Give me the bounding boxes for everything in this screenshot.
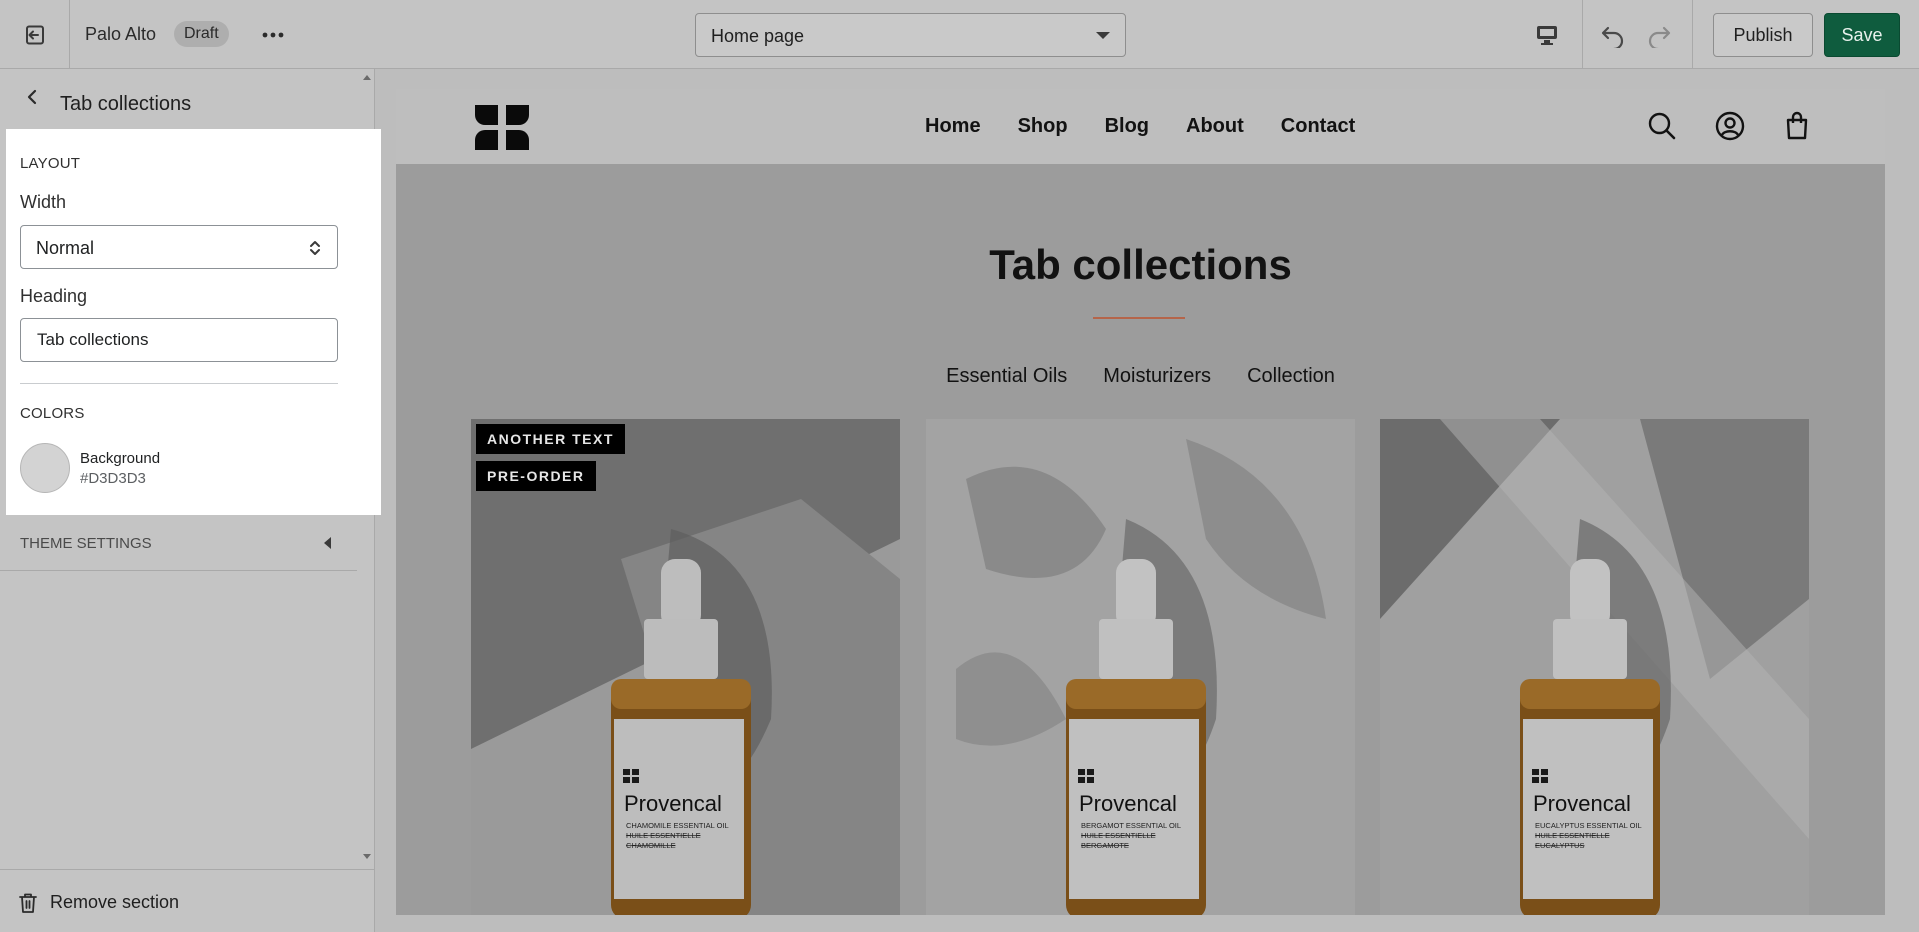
product-line-2: HUILE ESSENTIELLE [1081, 831, 1156, 840]
storefront-preview: Home Shop Blog About Contact Tab collect… [396, 89, 1885, 915]
width-select[interactable]: Normal [20, 225, 338, 269]
background-color-swatch[interactable] [20, 443, 70, 493]
background-color-value: #D3D3D3 [80, 470, 146, 487]
product-line-1: EUCALYPTUS ESSENTIAL OIL [1535, 821, 1642, 830]
product-line-3: BERGAMOTE [1081, 841, 1129, 850]
width-select-value: Normal [36, 238, 95, 258]
save-button[interactable]: Save [1824, 13, 1900, 57]
top-bar: Palo Alto Draft Home page Publish Save [0, 0, 1919, 69]
divider [20, 383, 338, 384]
back-button[interactable] [20, 85, 44, 109]
product-line-2: HUILE ESSENTIELLE [626, 831, 701, 840]
width-label: Width [20, 192, 67, 212]
product-badge: PRE-ORDER [476, 461, 596, 491]
nav-blog[interactable]: Blog [1105, 115, 1149, 138]
redo-icon [1648, 26, 1671, 48]
logo-icon [475, 105, 529, 150]
desktop-view-button[interactable] [1532, 20, 1562, 50]
sidebar-header: Tab collections [0, 69, 357, 128]
trash-icon [19, 893, 37, 913]
nav-about[interactable]: About [1186, 115, 1244, 138]
topbar-divider [1582, 0, 1583, 69]
product-line-1: BERGAMOT ESSENTIAL OIL [1081, 821, 1181, 830]
account-icon [1715, 111, 1745, 141]
chevron-down-icon [1096, 32, 1110, 39]
more-actions-button[interactable] [258, 20, 288, 50]
tab-essential-oils[interactable]: Essential Oils [946, 365, 1067, 388]
theme-settings-label: THEME SETTINGS [20, 535, 152, 552]
search-button[interactable] [1646, 110, 1678, 142]
scroll-up-icon [363, 75, 371, 80]
cart-button[interactable] [1781, 110, 1813, 142]
desktop-icon [1537, 26, 1557, 45]
product-line-3: CHAMOMILLE [626, 841, 676, 850]
preview-scrollbar[interactable] [1884, 89, 1885, 915]
collapse-caret-icon [324, 537, 331, 549]
tab-moisturizers[interactable]: Moisturizers [1103, 365, 1211, 388]
product-brand: Provencal [1533, 791, 1631, 816]
sidebar-scrollbar[interactable] [358, 69, 375, 869]
undo-icon [1601, 26, 1624, 48]
sidebar-title: Tab collections [60, 93, 192, 115]
status-badge: Draft [174, 21, 229, 47]
undo-button[interactable] [1597, 20, 1629, 50]
layout-section-label: LAYOUT [20, 155, 81, 172]
product-card[interactable]: Provencal EUCALYPTUS ESSENTIAL OIL HUILE… [1380, 419, 1809, 915]
account-button[interactable] [1714, 110, 1746, 142]
title-underline [1093, 317, 1185, 319]
remove-section-label: Remove section [50, 892, 180, 912]
colors-section-label: COLORS [20, 405, 85, 422]
product-badge: ANOTHER TEXT [476, 424, 625, 454]
product-line-2: HUILE ESSENTIELLE [1535, 831, 1610, 840]
sidebar-footer: Remove section [0, 869, 375, 932]
product-image: Provencal EUCALYPTUS ESSENTIAL OIL HUILE… [1380, 419, 1809, 915]
search-icon [1648, 112, 1676, 140]
product-card[interactable]: Provencal CHAMOMILE ESSENTIAL OIL HUILE … [471, 419, 900, 915]
heading-input[interactable] [20, 318, 338, 362]
product-line-3: EUCALYPTUS [1535, 841, 1584, 850]
page-selector-value: Home page [711, 26, 805, 46]
section-title: Tab collections [989, 241, 1292, 288]
more-icon [262, 32, 284, 38]
cart-icon [1786, 111, 1808, 140]
product-brand: Provencal [624, 791, 722, 816]
sidebar: Tab collections LAYOUT Width Normal Head… [0, 69, 381, 932]
exit-button[interactable] [18, 20, 52, 50]
redo-button[interactable] [1643, 20, 1675, 50]
collection-tabs: Essential Oils Moisturizers Collection [396, 365, 1885, 388]
back-arrow-icon [27, 89, 37, 105]
site-nav: Home Shop Blog About Contact [925, 115, 1355, 138]
select-arrows-icon [310, 241, 320, 255]
section-settings-panel: LAYOUT Width Normal Heading COLORS Backg… [6, 129, 381, 515]
product-brand: Provencal [1079, 791, 1177, 816]
product-card[interactable]: Provencal BERGAMOT ESSENTIAL OIL HUILE E… [926, 419, 1355, 915]
background-color-label: Background [80, 450, 161, 467]
scroll-down-icon [363, 854, 371, 859]
exit-icon [26, 25, 44, 45]
page-selector[interactable]: Home page [695, 13, 1126, 57]
product-image: Provencal CHAMOMILE ESSENTIAL OIL HUILE … [471, 419, 900, 915]
product-image: Provencal BERGAMOT ESSENTIAL OIL HUILE E… [926, 419, 1355, 915]
tab-collection[interactable]: Collection [1247, 365, 1335, 388]
topbar-divider [69, 0, 70, 69]
nav-shop[interactable]: Shop [1018, 115, 1068, 138]
nav-home[interactable]: Home [925, 115, 981, 138]
heading-label: Heading [20, 286, 88, 306]
theme-settings-toggle[interactable]: THEME SETTINGS [0, 515, 357, 571]
store-name: Palo Alto [85, 24, 157, 44]
publish-button[interactable]: Publish [1713, 13, 1813, 57]
topbar-divider [1692, 0, 1693, 69]
nav-contact[interactable]: Contact [1281, 115, 1355, 138]
site-header: Home Shop Blog About Contact [396, 89, 1885, 164]
product-line-1: CHAMOMILE ESSENTIAL OIL [626, 821, 729, 830]
